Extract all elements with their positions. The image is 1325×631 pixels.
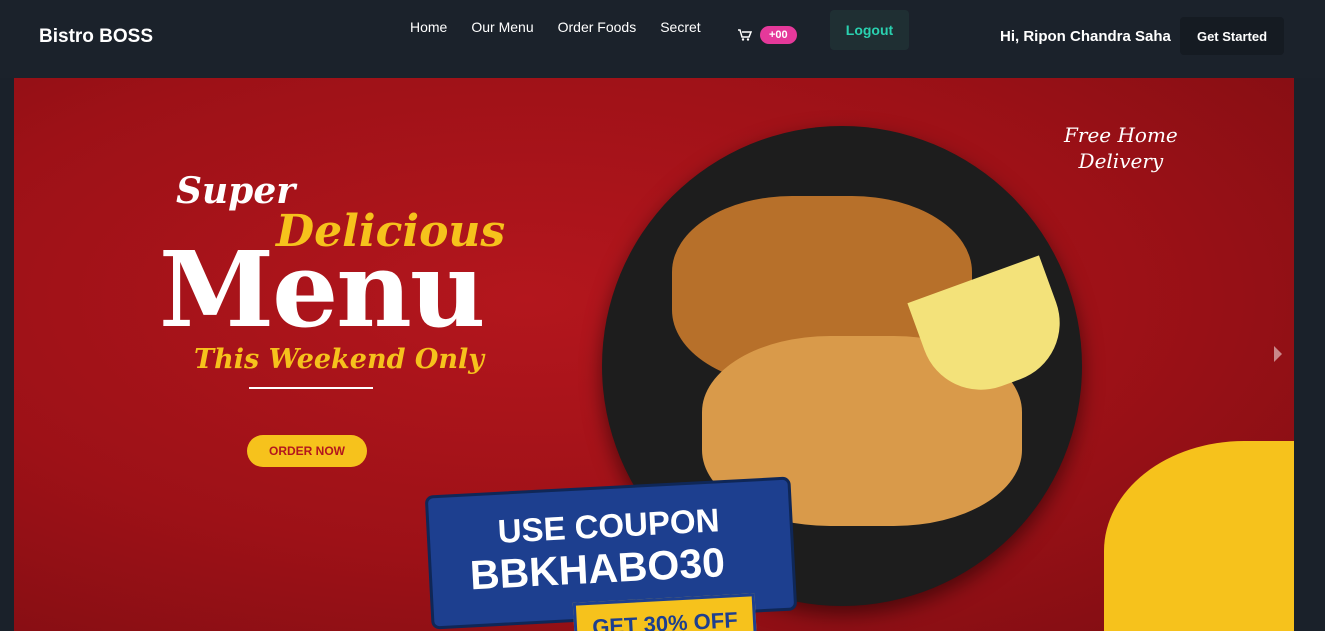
nav-order-foods-link[interactable]: Order Foods bbox=[558, 19, 637, 35]
carousel-next-icon[interactable] bbox=[1274, 346, 1282, 362]
nav-home-link[interactable]: Home bbox=[410, 19, 447, 35]
free-delivery-text: Free Home Delivery bbox=[1064, 123, 1178, 173]
hero-menu-text: Menu bbox=[159, 228, 486, 351]
cart-button[interactable]: +00 bbox=[738, 26, 797, 44]
cart-icon bbox=[738, 29, 752, 41]
hero-banner: Super Delicious Menu This Weekend Only O… bbox=[14, 78, 1294, 631]
order-now-button[interactable]: ORDER NOW bbox=[247, 435, 367, 467]
hero-weekend-text: This Weekend Only bbox=[194, 344, 484, 375]
cart-count-badge: +00 bbox=[760, 26, 797, 44]
navbar: Bistro BOSS Home Our Menu Order Foods Se… bbox=[0, 0, 1325, 78]
logout-button[interactable]: Logout bbox=[830, 10, 909, 50]
yellow-corner-decoration bbox=[1104, 441, 1294, 631]
nav-secret-link[interactable]: Secret bbox=[660, 19, 700, 35]
user-greeting: Hi, Ripon Chandra Saha bbox=[1000, 28, 1171, 45]
brand-logo[interactable]: Bistro BOSS bbox=[39, 26, 153, 48]
get-started-button[interactable]: Get Started bbox=[1180, 17, 1284, 55]
nav-our-menu-link[interactable]: Our Menu bbox=[471, 19, 533, 35]
hero-underline bbox=[249, 387, 373, 389]
nav-links: Home Our Menu Order Foods Secret bbox=[410, 19, 725, 35]
